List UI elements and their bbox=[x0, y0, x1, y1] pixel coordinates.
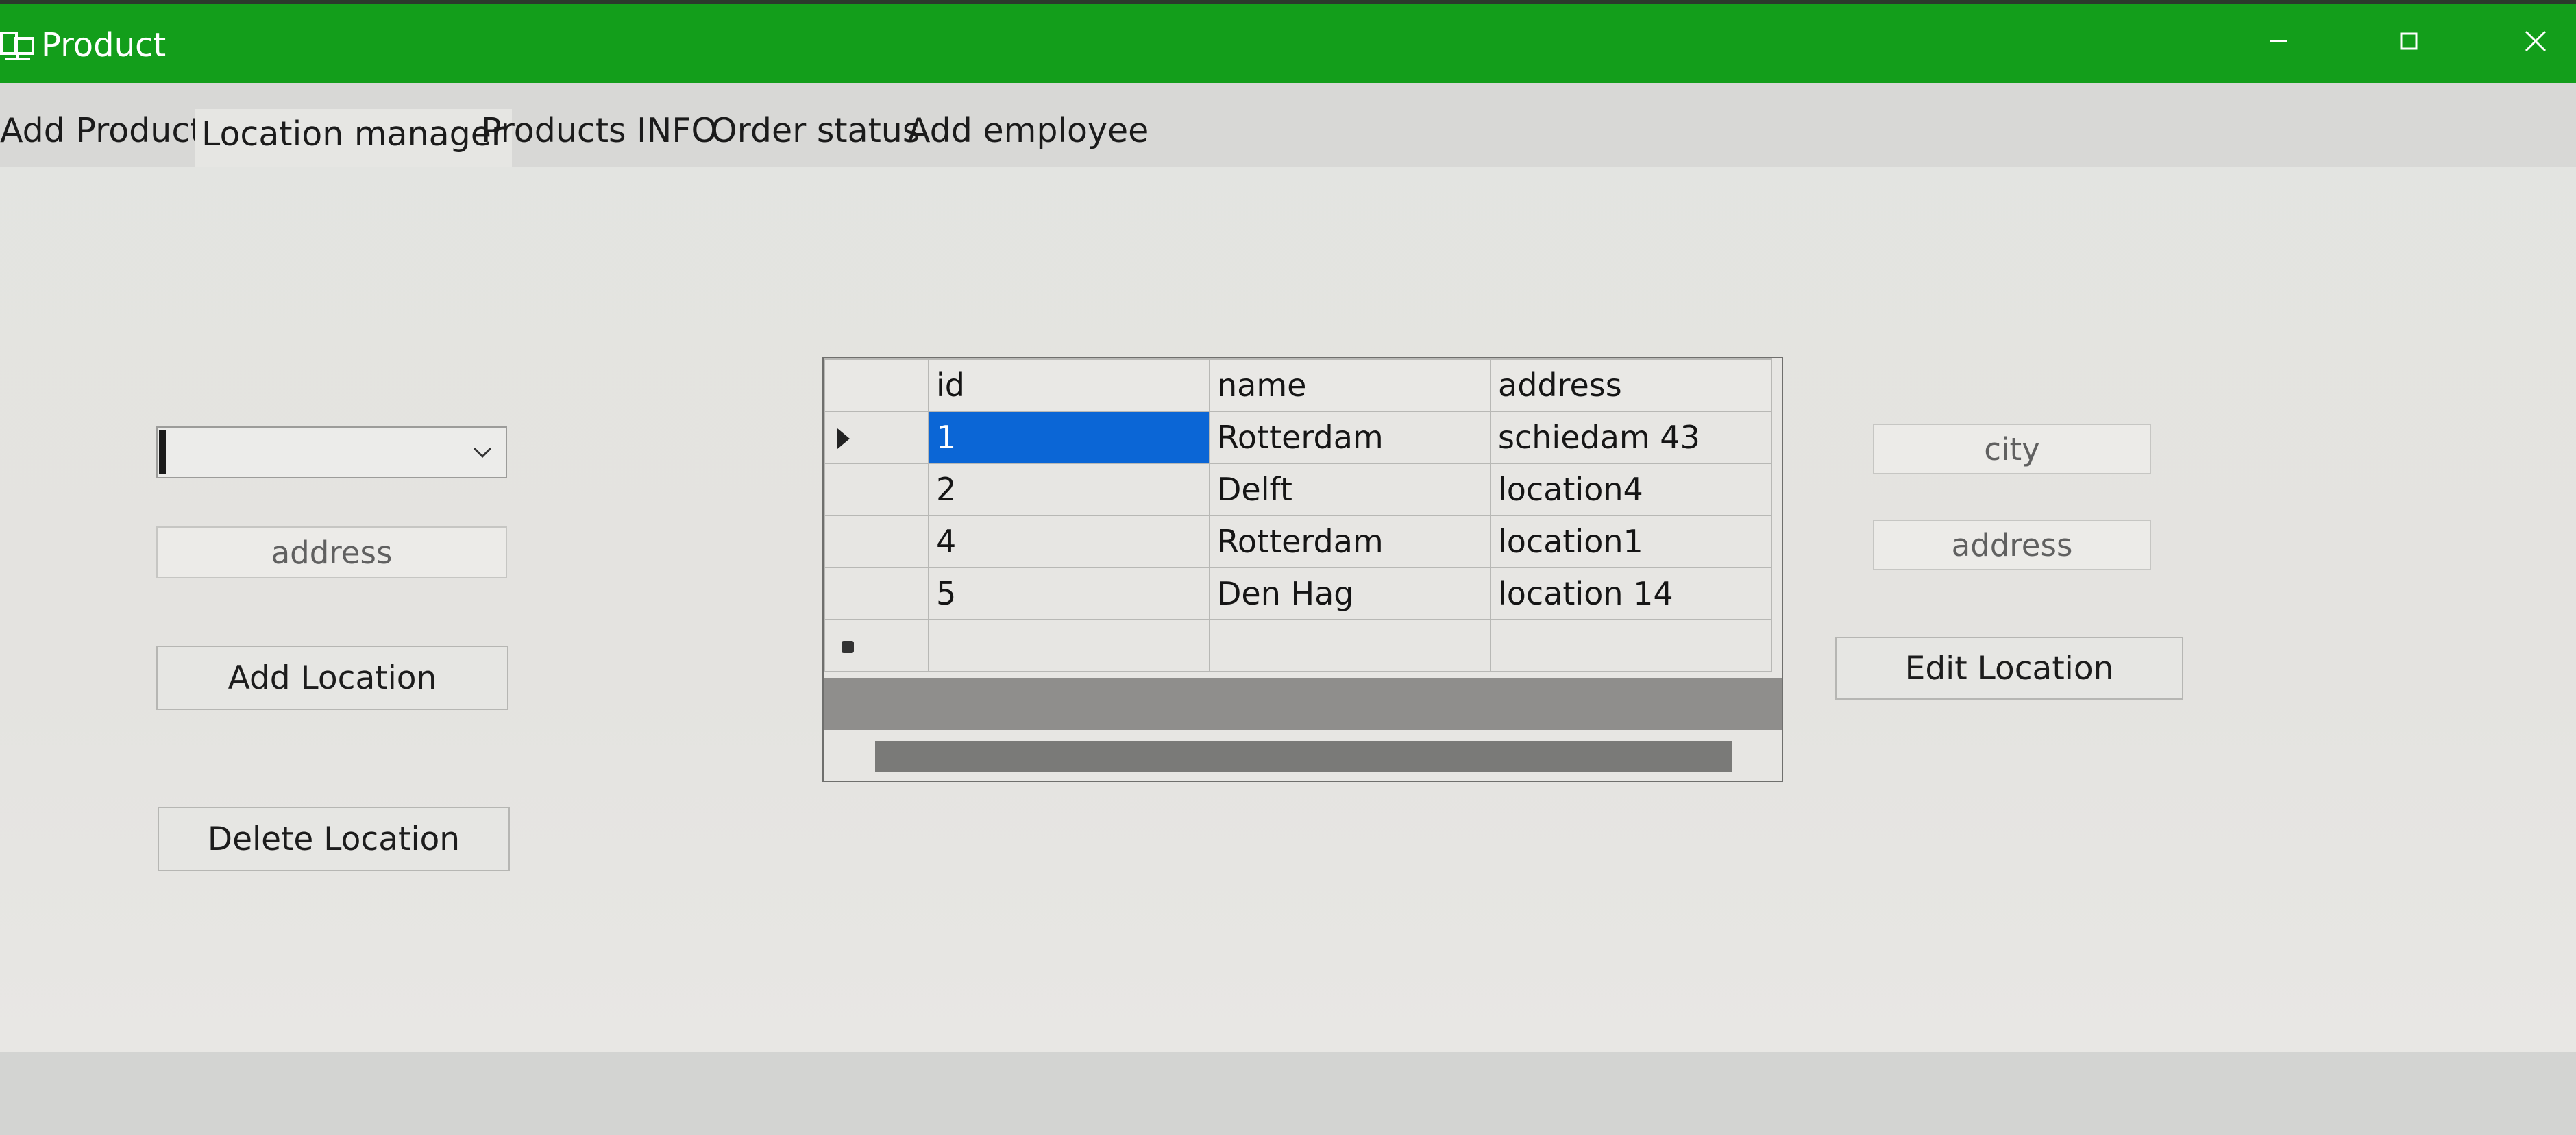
title-bar: Product bbox=[0, 0, 2576, 83]
close-icon bbox=[2524, 29, 2547, 56]
new-cell-address[interactable] bbox=[1490, 619, 1772, 672]
new-cell-name[interactable] bbox=[1209, 619, 1491, 672]
cell-address[interactable]: location4 bbox=[1490, 463, 1772, 516]
chevron-down-icon[interactable] bbox=[469, 439, 496, 466]
add-location-button[interactable]: Add Location bbox=[156, 646, 508, 710]
tab-location-manager[interactable]: Location manager bbox=[195, 109, 513, 167]
current-row-arrow-icon bbox=[837, 428, 850, 449]
cell-id[interactable]: 1 bbox=[928, 411, 1210, 464]
cell-id[interactable]: 4 bbox=[928, 515, 1210, 568]
edit-location-button[interactable]: Edit Location bbox=[1835, 637, 2183, 700]
cell-address[interactable]: schiedam 43 bbox=[1490, 411, 1772, 464]
locations-grid[interactable]: id name address 1 Rotterdam schiedam 43 … bbox=[822, 357, 1783, 782]
table-row[interactable]: 1 Rotterdam schiedam 43 bbox=[824, 411, 1772, 464]
application-window: Product Add Product Location manager Pro… bbox=[0, 0, 2576, 1135]
table-row[interactable]: 5 Den Hag location 14 bbox=[824, 567, 1772, 620]
city-dropdown[interactable] bbox=[156, 426, 507, 478]
cell-name[interactable]: Den Hag bbox=[1209, 567, 1491, 620]
new-cell-id[interactable] bbox=[928, 619, 1210, 672]
title-bar-edge bbox=[0, 0, 2576, 4]
column-header-address[interactable]: address bbox=[1490, 358, 1772, 412]
table-row[interactable]: 2 Delft location4 bbox=[824, 463, 1772, 516]
column-header-name[interactable]: name bbox=[1209, 358, 1491, 412]
cell-name[interactable]: Delft bbox=[1209, 463, 1491, 516]
tab-add-product[interactable]: Add Product bbox=[0, 106, 204, 156]
table-row[interactable]: 4 Rotterdam location1 bbox=[824, 515, 1772, 568]
cell-name[interactable]: Rotterdam bbox=[1209, 515, 1491, 568]
city-input[interactable] bbox=[1873, 424, 2151, 474]
row-header[interactable] bbox=[824, 463, 929, 516]
horizontal-scrollbar-thumb[interactable] bbox=[875, 741, 1732, 772]
maximize-button[interactable] bbox=[2378, 16, 2440, 69]
delete-location-button[interactable]: Delete Location bbox=[158, 807, 510, 871]
cell-address[interactable]: location1 bbox=[1490, 515, 1772, 568]
edit-address-input[interactable] bbox=[1873, 520, 2151, 570]
app-window-icon bbox=[0, 29, 36, 64]
row-header[interactable] bbox=[824, 567, 929, 620]
cell-address[interactable]: location 14 bbox=[1490, 567, 1772, 620]
new-row[interactable] bbox=[824, 619, 1772, 672]
tab-products-info[interactable]: Products INFO bbox=[481, 106, 717, 156]
row-header[interactable] bbox=[824, 619, 929, 672]
grid-header-row: id name address bbox=[824, 358, 1772, 412]
locations-table: id name address 1 Rotterdam schiedam 43 … bbox=[824, 358, 1772, 672]
grid-corner-header[interactable] bbox=[824, 358, 929, 412]
address-input[interactable] bbox=[156, 526, 507, 578]
cell-name[interactable]: Rotterdam bbox=[1209, 411, 1491, 464]
close-button[interactable] bbox=[2505, 16, 2566, 69]
tab-strip: Add Product Location manager Products IN… bbox=[0, 83, 2576, 167]
minimize-icon bbox=[2268, 31, 2289, 54]
text-cursor bbox=[159, 430, 166, 474]
grid-empty-area bbox=[824, 678, 1782, 730]
cell-id[interactable]: 2 bbox=[928, 463, 1210, 516]
row-header[interactable] bbox=[824, 515, 929, 568]
tab-order-status[interactable]: Order status bbox=[711, 106, 920, 156]
maximize-icon bbox=[2399, 31, 2419, 54]
window-title: Product bbox=[41, 26, 167, 64]
cell-id[interactable]: 5 bbox=[928, 567, 1210, 620]
minimize-button[interactable] bbox=[2248, 16, 2309, 69]
column-header-id[interactable]: id bbox=[928, 358, 1210, 412]
row-header[interactable] bbox=[824, 411, 929, 464]
tab-add-employee[interactable]: Add employee bbox=[907, 106, 1149, 156]
window-bottom-area bbox=[0, 1052, 2576, 1135]
new-row-icon bbox=[842, 641, 854, 653]
